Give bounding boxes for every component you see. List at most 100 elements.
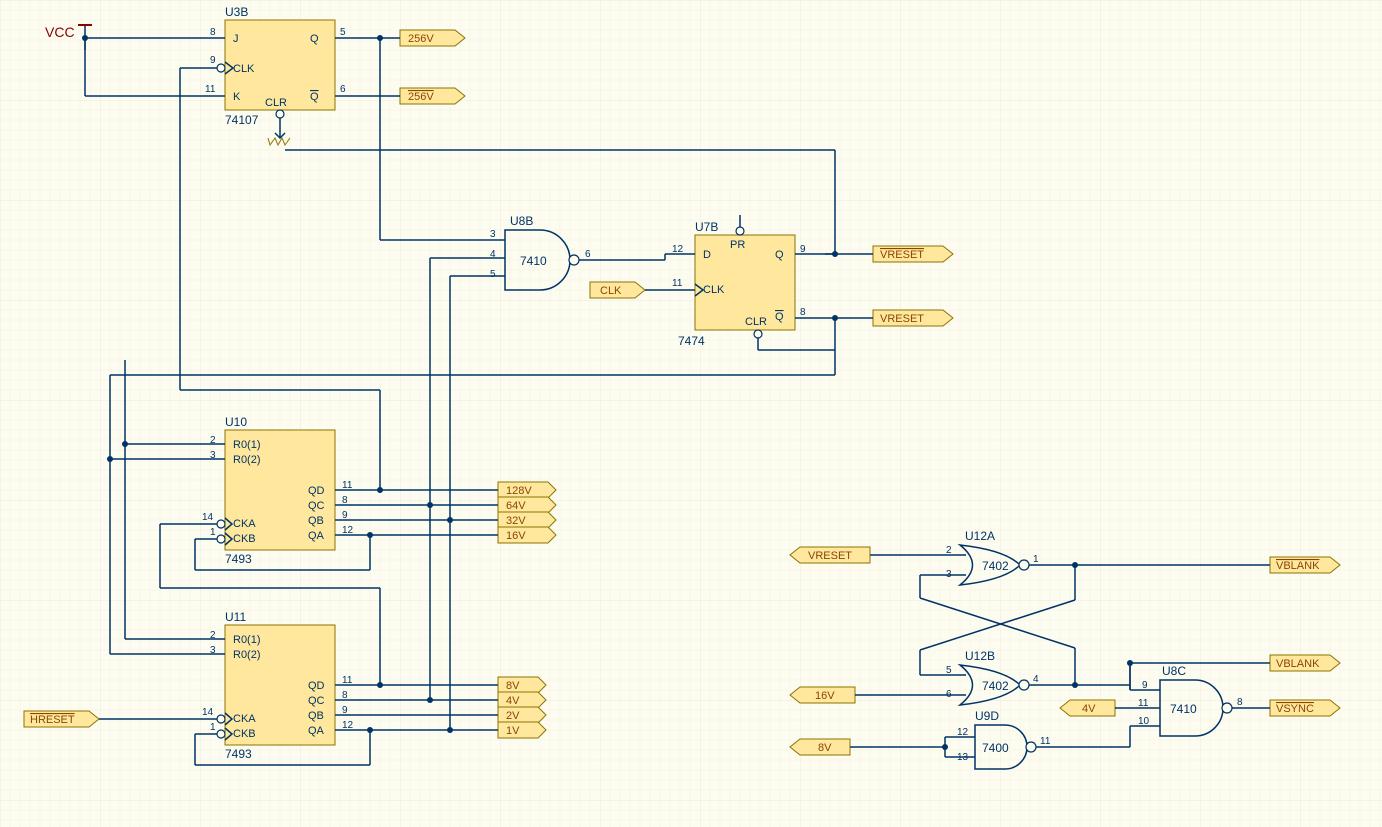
svg-text:QA: QA — [308, 530, 325, 542]
svg-text:CLR: CLR — [745, 316, 767, 328]
svg-text:11: 11 — [205, 84, 216, 95]
port-256v: 256V — [400, 30, 465, 46]
svg-text:R0(2): R0(2) — [233, 649, 261, 661]
port-16v-in: 16V — [790, 687, 855, 703]
svg-text:U7B: U7B — [695, 220, 718, 234]
svg-text:5: 5 — [340, 27, 346, 38]
svg-text:VBLANK: VBLANK — [1276, 658, 1320, 670]
svg-text:CLK: CLK — [600, 285, 622, 297]
svg-text:6: 6 — [585, 249, 591, 260]
svg-text:7410: 7410 — [1170, 702, 1197, 716]
port-2v: 2V — [498, 707, 546, 723]
svg-text:QA: QA — [308, 725, 325, 737]
svg-text:7474: 7474 — [678, 334, 705, 348]
svg-text:Q: Q — [775, 311, 784, 323]
svg-text:14: 14 — [202, 512, 214, 523]
port-1v: 1V — [498, 722, 546, 738]
svg-text:HRESET: HRESET — [30, 714, 75, 726]
svg-text:4V: 4V — [506, 695, 520, 707]
svg-text:U11: U11 — [225, 610, 246, 624]
svg-text:32V: 32V — [506, 515, 526, 527]
svg-text:2V: 2V — [506, 710, 520, 722]
port-64v: 64V — [498, 497, 556, 513]
port-vblank: VBLANK — [1270, 655, 1340, 671]
svg-text:1: 1 — [210, 722, 216, 733]
port-4v-in: 4V — [1060, 700, 1115, 716]
svg-text:QC: QC — [308, 695, 325, 707]
port-hreset-bar: HRESET — [24, 711, 99, 727]
svg-text:128V: 128V — [506, 485, 532, 497]
svg-text:9: 9 — [210, 55, 216, 66]
port-128v: 128V — [498, 482, 556, 498]
svg-text:7402: 7402 — [982, 559, 1009, 573]
port-8v: 8V — [498, 677, 546, 693]
u3b-ref: U3B — [225, 5, 248, 19]
svg-text:CKA: CKA — [233, 713, 256, 725]
svg-text:4: 4 — [1033, 674, 1039, 685]
svg-text:5: 5 — [490, 269, 496, 280]
svg-text:1V: 1V — [506, 725, 520, 737]
svg-text:U10: U10 — [225, 415, 247, 429]
svg-text:4V: 4V — [1082, 703, 1096, 715]
svg-text:D: D — [703, 249, 711, 261]
port-vreset-bar: VRESET — [873, 246, 953, 262]
svg-text:1: 1 — [1033, 554, 1039, 565]
port-32v: 32V — [498, 512, 556, 528]
svg-text:7493: 7493 — [225, 552, 252, 566]
port-vblank-bar: VBLANK — [1270, 557, 1340, 573]
port-16v: 16V — [498, 527, 556, 543]
svg-text:8: 8 — [800, 307, 806, 318]
port-vreset: VRESET — [873, 310, 953, 326]
svg-text:64V: 64V — [506, 500, 526, 512]
port-vreset-in: VRESET — [790, 547, 870, 563]
svg-text:U8B: U8B — [510, 214, 533, 228]
svg-text:QB: QB — [308, 710, 324, 722]
svg-text:7410: 7410 — [520, 254, 547, 268]
svg-text:R0(2): R0(2) — [233, 454, 261, 466]
svg-text:PR: PR — [730, 239, 745, 251]
svg-text:256V: 256V — [408, 33, 434, 45]
svg-text:11: 11 — [1040, 736, 1051, 747]
vcc-label: VCC — [45, 24, 75, 40]
svg-text:16V: 16V — [815, 690, 835, 702]
svg-text:R0(1): R0(1) — [233, 634, 261, 646]
svg-text:Q: Q — [310, 91, 319, 103]
svg-text:16V: 16V — [506, 530, 526, 542]
svg-text:14: 14 — [202, 707, 214, 718]
port-vsync-bar: VSYNC — [1270, 700, 1340, 716]
svg-text:QD: QD — [308, 485, 325, 497]
svg-text:U8C: U8C — [1162, 664, 1186, 678]
port-256v-bar: 256V — [400, 88, 465, 104]
svg-text:VRESET: VRESET — [880, 313, 924, 325]
svg-text:CKB: CKB — [233, 728, 256, 740]
svg-text:8V: 8V — [818, 742, 832, 754]
port-8v-in: 8V — [790, 739, 850, 755]
svg-text:CKA: CKA — [233, 518, 256, 530]
svg-text:3: 3 — [490, 229, 496, 240]
svg-text:CLK: CLK — [233, 63, 255, 75]
svg-text:VRESET: VRESET — [808, 550, 852, 562]
svg-text:7400: 7400 — [982, 741, 1009, 755]
svg-text:R0(1): R0(1) — [233, 439, 261, 451]
svg-text:8V: 8V — [506, 680, 520, 692]
port-4v: 4V — [498, 692, 546, 708]
svg-text:QD: QD — [308, 680, 325, 692]
svg-text:QC: QC — [308, 500, 325, 512]
svg-text:U12B: U12B — [965, 649, 995, 663]
svg-text:CKB: CKB — [233, 533, 256, 545]
svg-text:CLK: CLK — [703, 284, 725, 296]
svg-text:7493: 7493 — [225, 747, 252, 761]
u3b-val: 74107 — [225, 113, 259, 127]
svg-text:Q: Q — [775, 249, 784, 261]
svg-text:QB: QB — [308, 515, 324, 527]
svg-text:J: J — [233, 33, 239, 45]
svg-text:Q: Q — [310, 33, 319, 45]
svg-text:8: 8 — [210, 27, 216, 38]
svg-text:VSYNC: VSYNC — [1276, 703, 1314, 715]
svg-text:11: 11 — [672, 278, 683, 289]
svg-text:1: 1 — [210, 527, 216, 538]
svg-text:6: 6 — [340, 84, 346, 95]
svg-text:8: 8 — [1237, 697, 1243, 708]
svg-text:7402: 7402 — [982, 679, 1009, 693]
svg-text:VBLANK: VBLANK — [1276, 560, 1320, 572]
